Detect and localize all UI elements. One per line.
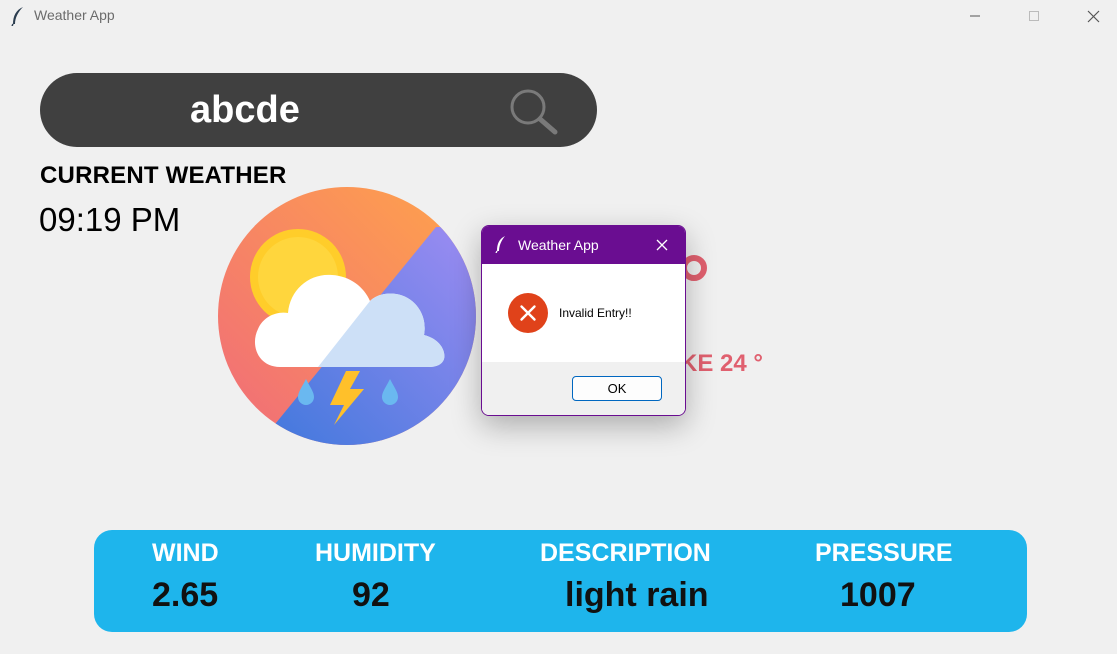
search-bar (40, 73, 597, 147)
humidity-value: 92 (352, 576, 390, 614)
dialog-title: Weather App (518, 237, 599, 253)
dialog-message: Invalid Entry!! (559, 306, 632, 320)
minimize-button[interactable] (952, 0, 998, 32)
pressure-value: 1007 (840, 576, 916, 614)
weather-stats-panel: WIND 2.65 HUMIDITY 92 DESCRIPTION light … (94, 530, 1027, 632)
humidity-label: HUMIDITY (315, 539, 436, 567)
dialog-footer: OK (482, 362, 685, 415)
dialog-body: Invalid Entry!! (482, 264, 685, 362)
window-title: Weather App (34, 7, 115, 23)
description-value: light rain (565, 576, 709, 614)
search-input[interactable] (190, 85, 390, 135)
description-label: DESCRIPTION (540, 539, 711, 567)
maximize-icon (1028, 10, 1040, 22)
wind-label: WIND (152, 539, 219, 567)
feather-icon (10, 6, 26, 27)
error-dialog: Weather App Invalid Entry!! OK (481, 225, 686, 416)
current-weather-heading: CURRENT WEATHER (40, 162, 287, 189)
maximize-button[interactable] (1011, 0, 1057, 32)
ok-button[interactable]: OK (572, 376, 662, 401)
feather-icon (494, 235, 508, 254)
error-icon (508, 293, 548, 333)
close-icon (1087, 10, 1100, 23)
weather-logo-icon (218, 187, 476, 445)
wind-value: 2.65 (152, 576, 219, 614)
window-titlebar: Weather App (0, 0, 1117, 32)
current-time: 09:19 PM (39, 201, 181, 238)
dialog-close-button[interactable] (650, 235, 674, 255)
window-close-button[interactable] (1070, 0, 1116, 32)
minimize-icon (969, 10, 981, 22)
search-icon[interactable] (508, 87, 560, 137)
feels-like-text: KE 24 ° (680, 350, 763, 377)
dialog-titlebar: Weather App (482, 226, 685, 264)
pressure-label: PRESSURE (815, 539, 953, 567)
